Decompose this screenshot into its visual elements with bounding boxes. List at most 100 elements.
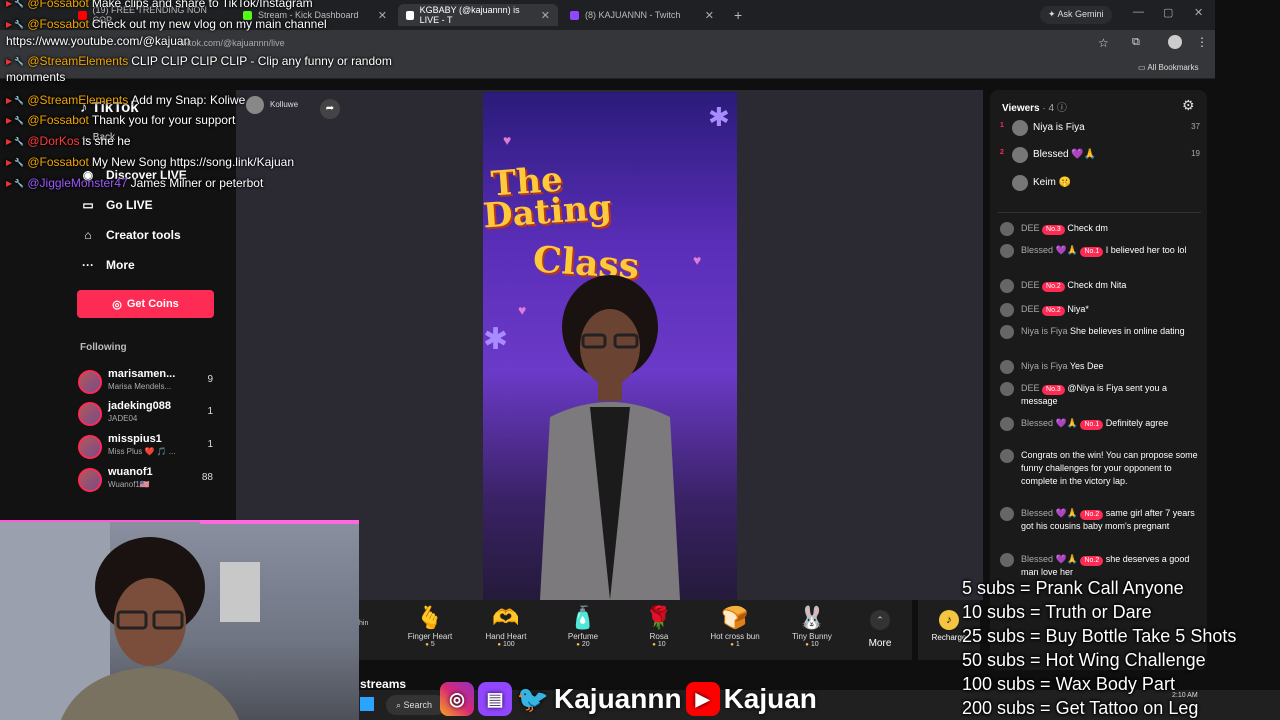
- nav-go-live[interactable]: ▭ Go LIVE: [80, 198, 152, 212]
- avatar: [1012, 120, 1028, 136]
- ask-gemini-button[interactable]: ✦ Ask Gemini: [1040, 6, 1112, 24]
- gift-hand-heart[interactable]: 🫶 Hand Heart 100: [471, 604, 541, 648]
- cast-icon[interactable]: ⧉: [1132, 36, 1140, 49]
- youtube-badge-icon: ▶ 🔧: [6, 19, 25, 29]
- gifts-more-button[interactable]: ⌃ More: [862, 610, 898, 649]
- following-item[interactable]: misspius1 Miss Plus ❤️ 🎵 ... 1: [78, 433, 213, 463]
- ask-gemini-label: Ask Gemini: [1057, 9, 1104, 19]
- gift-name: Tiny Bunny: [792, 632, 832, 641]
- chat-text: She believes in online dating: [1070, 326, 1185, 336]
- gift-tiny-bunny[interactable]: 🐰 Tiny Bunny 10: [777, 604, 847, 648]
- avatar: [1000, 417, 1014, 431]
- chat-username[interactable]: DEE: [1021, 223, 1040, 233]
- all-bookmarks-button[interactable]: ▭ All Bookmarks: [1138, 63, 1198, 72]
- overlay-chat-line: ▶ 🔧 @StreamElements CLIP CLIP CLIP CLIP - …: [6, 54, 392, 68]
- following-item[interactable]: jadeking088 JADE04 1: [78, 400, 213, 430]
- following-name: misspius1: [108, 433, 162, 445]
- chat-message: Blessed 💜🙏 No.1 I believed her too lol: [1000, 244, 1200, 258]
- avatar: [1012, 147, 1028, 163]
- close-tab-icon[interactable]: ✕: [705, 9, 714, 22]
- profile-avatar[interactable]: [1168, 35, 1182, 49]
- viewer-row[interactable]: 2 Blessed 💜🙏 19: [1000, 147, 1200, 165]
- chat-message-body: DEE No.3 @Niya is Fiya sent you a messag…: [1021, 382, 1200, 408]
- viewer-row[interactable]: 1 Niya is Fiya 37: [1000, 120, 1200, 138]
- sub-goal: 25 subs = Buy Bottle Take 5 Shots: [962, 626, 1237, 646]
- chat-username[interactable]: Niya is Fiya: [1021, 326, 1068, 336]
- chat-username[interactable]: Blessed 💜🙏: [1021, 245, 1078, 255]
- chat-message: DEE No.2 Check dm Nita: [1000, 279, 1200, 293]
- bunny-icon: 🐰: [798, 605, 826, 630]
- youtube-badge-icon: ▶ 🔧: [6, 157, 25, 167]
- following-subtitle: JADE04: [108, 414, 138, 423]
- viewers-header[interactable]: Viewers · 4 ⓘ: [1002, 99, 1067, 114]
- close-tab-icon[interactable]: ✕: [541, 9, 550, 22]
- chat-username[interactable]: Blessed 💜🙏: [1021, 508, 1078, 518]
- social-handles: ◎ ▤ 🐦 Kajuannn ▶ Kajuan: [440, 678, 817, 720]
- coin-icon: ♪: [939, 610, 959, 630]
- video-title-line: Dating: [483, 188, 613, 237]
- avatar: [1000, 382, 1014, 396]
- chat-username[interactable]: Niya is Fiya: [1021, 361, 1068, 371]
- overlay-chat-message: Check out my new vlog on my main channel: [91, 17, 327, 31]
- url-field[interactable]: tiktok.com/@kajuannn/live: [180, 38, 285, 48]
- hand-heart-icon: 🫶: [492, 605, 520, 630]
- youtube-badge-icon: ▶ 🔧: [6, 95, 25, 105]
- gift-finger-heart[interactable]: 🫰 Finger Heart 5: [395, 604, 465, 648]
- chat-message: Blessed 💜🙏 No.1 Definitely agree: [1000, 417, 1200, 431]
- gift-perfume[interactable]: 🧴 Perfume 20: [548, 604, 618, 648]
- close-tab-icon[interactable]: ✕: [378, 9, 387, 22]
- overlay-chat-name: @StreamElements: [27, 93, 129, 107]
- chat-username[interactable]: DEE: [1021, 280, 1040, 290]
- maximize-icon[interactable]: ▢: [1163, 6, 1173, 19]
- chat-username[interactable]: Blessed 💜🙏: [1021, 554, 1078, 564]
- nav-creator-tools[interactable]: ⌂ Creator tools: [80, 228, 180, 242]
- viewer-row[interactable]: Keim 🤫: [1000, 175, 1200, 193]
- instagram-icon: ◎: [440, 682, 474, 716]
- windows-start-icon[interactable]: [360, 697, 374, 711]
- chat-username[interactable]: Blessed 💜🙏: [1021, 418, 1078, 428]
- gifts-more-label: More: [868, 638, 892, 649]
- viewer-name: Blessed 💜🙏: [1033, 149, 1097, 160]
- browser-tab-twitch[interactable]: (8) KAJUANNN - Twitch ✕: [562, 4, 722, 26]
- chat-message: DEE No.2 Niya*: [1000, 303, 1200, 317]
- chat-message: Niya is Fiya Yes Dee: [1000, 360, 1200, 374]
- close-window-icon[interactable]: ✕: [1194, 6, 1203, 19]
- gift-hot-cross-bun[interactable]: 🍞 Hot cross bun 1: [700, 604, 770, 648]
- new-tab-button[interactable]: +: [726, 4, 746, 26]
- gear-icon[interactable]: ⚙: [1182, 97, 1195, 114]
- chat-message-body: Congrats on the win! You can propose som…: [1021, 449, 1200, 488]
- gift-name: Finger Heart: [407, 632, 453, 641]
- overlay-chat-message: https://www.youtube.com/@kajuan: [6, 34, 191, 48]
- chat-username[interactable]: DEE: [1021, 383, 1040, 393]
- viewer-rank: 1: [1000, 122, 1004, 129]
- host-name: Kolluwe: [270, 100, 299, 109]
- share-icon[interactable]: ➦: [320, 99, 340, 119]
- host-avatar[interactable]: [246, 96, 264, 114]
- chat-text: Check dm Nita: [1067, 280, 1127, 290]
- coin-icon: ◎: [112, 298, 122, 311]
- info-icon[interactable]: ⓘ: [1057, 103, 1067, 114]
- following-item[interactable]: marisamen... Marisa Mendels... 9: [78, 368, 213, 398]
- browser-tab-tiktok[interactable]: KGBABY (@kajuannn) is LIVE - T ✕: [398, 4, 558, 26]
- live-video[interactable]: ♥ ✱ ♥ ♥ ✱ The Dating Class: [483, 92, 737, 600]
- rank-badge: No.3: [1042, 225, 1065, 235]
- browser-menu-icon[interactable]: ⋮: [1196, 35, 1208, 49]
- chat-text: Definitely agree: [1105, 418, 1169, 428]
- nav-more[interactable]: ··· More: [80, 258, 135, 272]
- chat-message-body: Niya is Fiya She believes in online dati…: [1021, 325, 1200, 338]
- following-subtitle: Miss Plus ❤️ 🎵 ...: [108, 447, 176, 456]
- chat-message-body: DEE No.2 Check dm Nita: [1021, 279, 1200, 292]
- get-coins-button[interactable]: ◎ Get Coins: [77, 290, 214, 318]
- following-item[interactable]: wuanof1 Wuanof1🇺🇸 88: [78, 466, 213, 496]
- streamer-figure: [540, 275, 680, 600]
- gift-rosa[interactable]: 🌹 Rosa 10: [624, 604, 694, 648]
- bun-icon: 🍞: [721, 605, 749, 630]
- flower-decoration-icon: ✱: [708, 102, 730, 132]
- taskbar-search[interactable]: ⌕ Search: [386, 695, 446, 715]
- chat-username[interactable]: DEE: [1021, 304, 1040, 314]
- bookmark-star-icon[interactable]: ☆: [1098, 36, 1109, 50]
- avatar: [1000, 553, 1014, 567]
- minimize-icon[interactable]: —: [1133, 6, 1144, 18]
- house-icon: ⌂: [84, 228, 92, 242]
- following-name: marisamen...: [108, 368, 176, 380]
